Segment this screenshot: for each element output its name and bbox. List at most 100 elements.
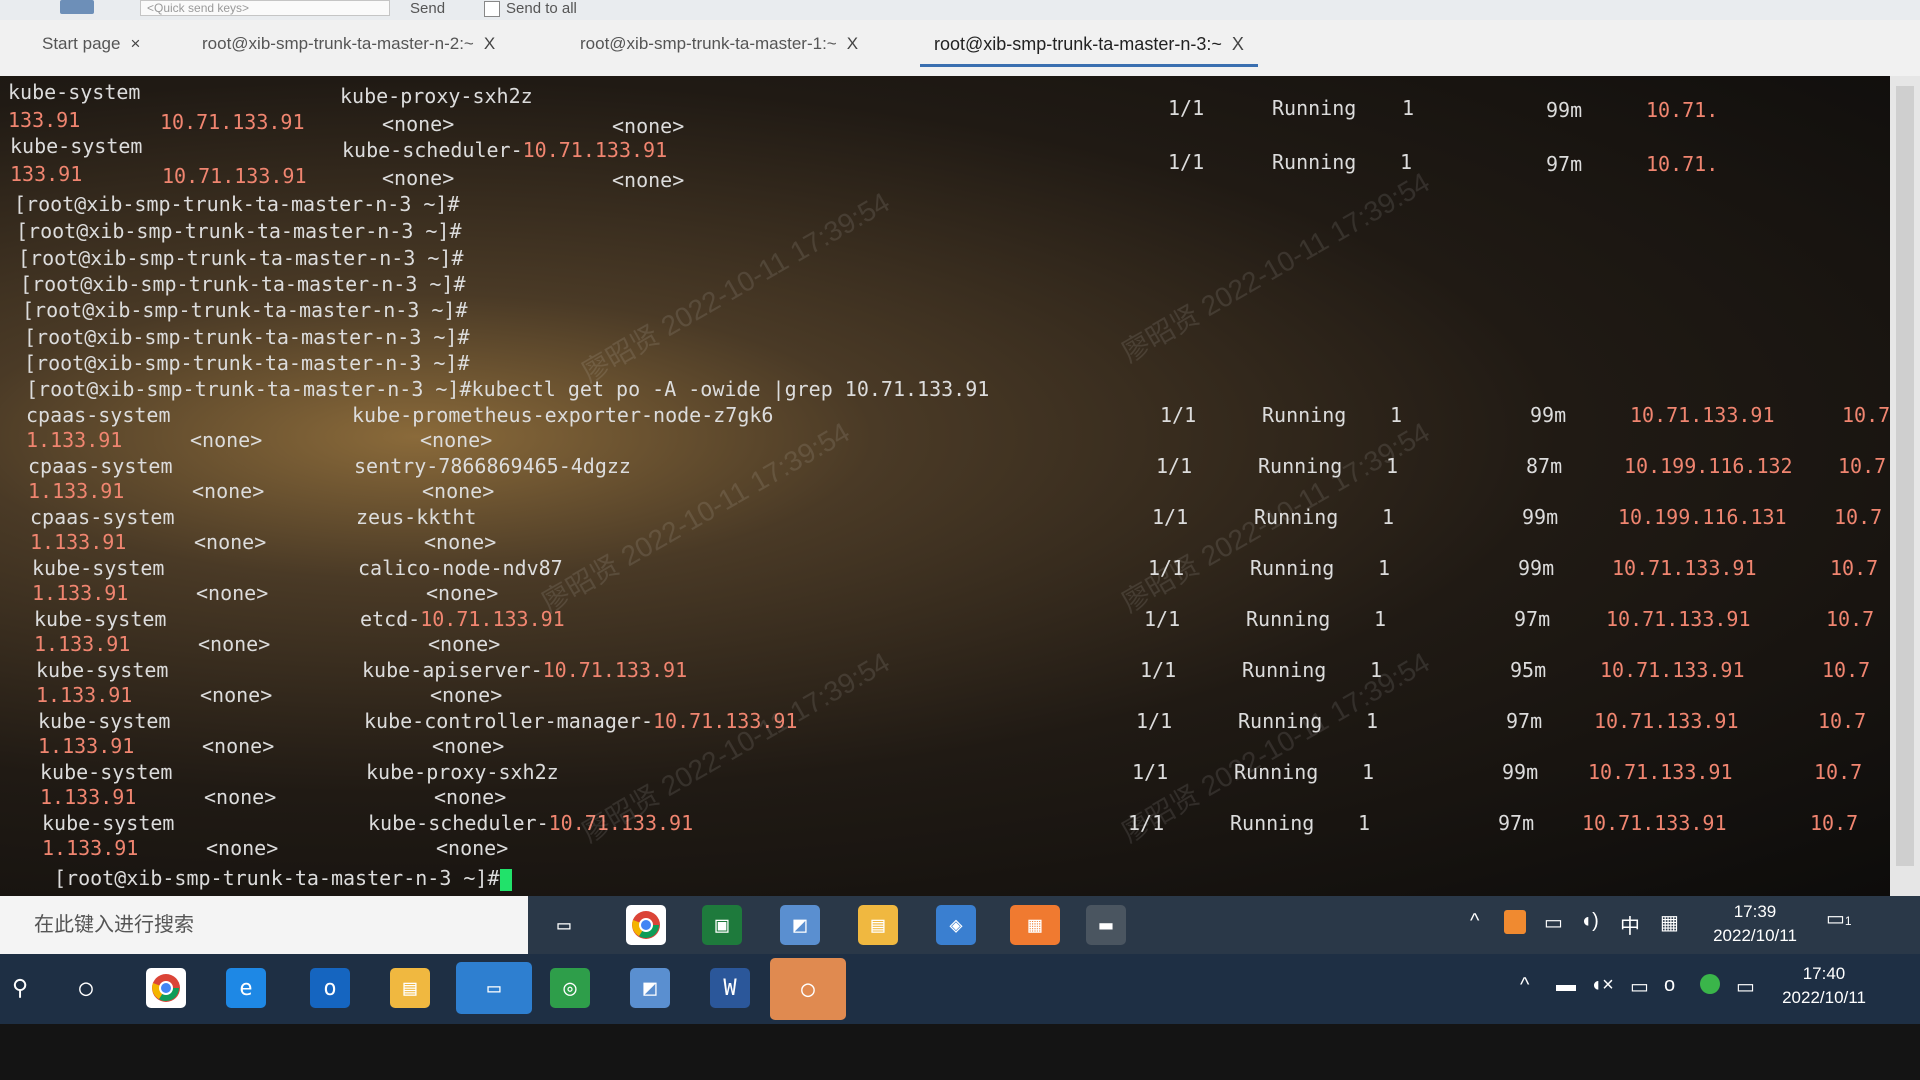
pod-age: 95m xyxy=(1510,658,1547,682)
outlook-icon[interactable]: o xyxy=(310,968,350,1008)
cortana-icon[interactable]: ◯ xyxy=(66,968,106,1008)
pod-readiness-gates: <none> xyxy=(436,836,509,860)
pod-restarts: 1 xyxy=(1378,556,1391,580)
send-button[interactable]: Send xyxy=(410,0,445,17)
tab-master-n-2[interactable]: root@xib-smp-trunk-ta-master-n-2:~ X xyxy=(202,34,495,54)
feedback-app-icon[interactable]: ◯ xyxy=(770,958,846,1020)
pod-node: 10.7 xyxy=(1834,505,1883,529)
pod-namespace: kube-system xyxy=(42,811,175,835)
console-window-icon[interactable]: ▬ xyxy=(1086,905,1126,945)
close-icon[interactable]: × xyxy=(130,34,140,53)
pod-namespace: kube-system xyxy=(38,709,171,733)
terminal-line: <none> xyxy=(382,166,455,190)
tab-label: Start page xyxy=(42,34,121,53)
green-app-icon[interactable]: ◎ xyxy=(550,968,590,1008)
pod-ready: 1/1 xyxy=(1132,760,1169,784)
pod-ready: 1/1 xyxy=(1128,811,1165,835)
terminal-app-icon[interactable]: ▣ xyxy=(702,905,742,945)
prompt-line: [root@xib-smp-trunk-ta-master-n-3 ~]# xyxy=(20,272,466,296)
terminal-line: Running xyxy=(1272,96,1357,120)
pod-node: 10.7 xyxy=(1826,607,1875,631)
terminal-line: <none> xyxy=(382,112,455,136)
pod-ip: 10.71.133.91 xyxy=(1588,760,1733,784)
store-icon[interactable]: ◈ xyxy=(936,905,976,945)
word-icon[interactable]: W xyxy=(710,968,750,1008)
pod-ip: 10.71.133.91 xyxy=(1630,403,1775,427)
pod-namespace: cpaas-system xyxy=(28,454,173,478)
quick-send-icon[interactable] xyxy=(60,0,94,14)
pod-status: Running xyxy=(1262,403,1347,427)
pod-ready: 1/1 xyxy=(1140,658,1177,682)
taskbar-search-box[interactable]: 在此键入进行搜索 xyxy=(0,896,528,954)
close-icon[interactable]: X xyxy=(847,34,858,53)
pod-name: kube-scheduler-10.71.133.91 xyxy=(368,811,694,835)
pod-name: etcd-10.71.133.91 xyxy=(360,607,565,631)
pod-status: Running xyxy=(1258,454,1343,478)
terminal-line: kube-scheduler-10.71.133.91 xyxy=(342,138,668,162)
pod-node-wrap: 1.133.91 xyxy=(36,683,133,707)
pod-namespace: kube-system xyxy=(36,658,169,682)
pod-restarts: 1 xyxy=(1362,760,1375,784)
terminal-line: 133.91 xyxy=(10,162,83,186)
file-explorer-icon[interactable]: ▤ xyxy=(390,968,430,1008)
close-icon[interactable]: X xyxy=(484,34,495,53)
pod-readiness-gates: <none> xyxy=(430,683,503,707)
status-tray-icon[interactable] xyxy=(1700,974,1720,994)
pod-node: 10.7 xyxy=(1814,760,1863,784)
pod-nominated-node: <none> xyxy=(198,632,271,656)
pod-node: 10.7 xyxy=(1842,403,1890,427)
terminal-output[interactable]: kube-system kube-proxy-sxh2z 1/1 Running… xyxy=(0,76,1890,896)
terminal-scrollbar[interactable] xyxy=(1890,76,1920,896)
pod-ready: 1/1 xyxy=(1136,709,1173,733)
outer-clock[interactable]: 17:40 2022/10/11 xyxy=(1764,962,1884,1010)
pod-node-wrap: 1.133.91 xyxy=(26,428,123,452)
tab-master-1[interactable]: root@xib-smp-trunk-ta-master-1:~ X xyxy=(580,34,858,54)
scrollbar-thumb[interactable] xyxy=(1896,86,1914,866)
watermark: 廖昭贤 2022-10-11 17:39:54 xyxy=(536,416,855,619)
prompt-line: [root@xib-smp-trunk-ta-master-n-3 ~]# xyxy=(14,192,460,216)
terminal-line: Running xyxy=(1272,150,1357,174)
file-explorer-icon[interactable]: ▤ xyxy=(858,905,898,945)
inner-clock[interactable]: 17:39 2022/10/11 xyxy=(1700,900,1810,948)
chrome-icon[interactable] xyxy=(626,905,666,945)
remote-session-icon[interactable]: ▭ xyxy=(456,962,532,1014)
prompt-line: [root@xib-smp-trunk-ta-master-n-3 ~]# xyxy=(24,325,470,349)
pod-age: 97m xyxy=(1498,811,1535,835)
send-keys-toolbar: <Quick send keys> Send Send to all xyxy=(0,0,1920,20)
pod-name: calico-node-ndv87 xyxy=(358,556,563,580)
pod-name: zeus-kktht xyxy=(356,505,477,529)
tab-master-n-3[interactable]: root@xib-smp-trunk-ta-master-n-3:~ X xyxy=(920,34,1258,67)
remote-desktop-icon[interactable]: ◩ xyxy=(780,905,820,945)
pod-age: 97m xyxy=(1514,607,1551,631)
pod-restarts: 1 xyxy=(1358,811,1371,835)
tab-start-page[interactable]: Start page × xyxy=(42,34,140,54)
pod-nominated-node: <none> xyxy=(192,479,265,503)
remote-desktop-icon[interactable]: ◩ xyxy=(630,968,670,1008)
active-prompt-line[interactable]: [root@xib-smp-trunk-ta-master-n-3 ~]# xyxy=(54,866,512,891)
send-to-all-checkbox[interactable] xyxy=(484,1,500,17)
quick-send-input[interactable]: <Quick send keys> xyxy=(140,0,390,16)
search-icon[interactable]: ⚲ xyxy=(0,968,40,1008)
pod-status: Running xyxy=(1254,505,1339,529)
internet-explorer-icon[interactable]: e xyxy=(226,968,266,1008)
chrome-icon[interactable] xyxy=(146,968,186,1008)
close-icon[interactable]: X xyxy=(1232,34,1244,54)
notes-app-icon[interactable]: ▦ xyxy=(1010,905,1060,945)
terminal-line: 99m xyxy=(1546,98,1583,122)
pod-status: Running xyxy=(1242,658,1327,682)
terminal-line: 1/1 xyxy=(1168,150,1205,174)
pod-age: 99m xyxy=(1518,556,1555,580)
pod-name: kube-controller-manager-10.71.133.91 xyxy=(364,709,798,733)
pod-readiness-gates: <none> xyxy=(422,479,495,503)
pod-ready: 1/1 xyxy=(1148,556,1185,580)
terminal-line: 1 xyxy=(1402,96,1415,120)
tray-app-icon[interactable] xyxy=(1504,910,1526,934)
inner-date: 2022/10/11 xyxy=(1713,926,1797,945)
pod-ip: 10.71.133.91 xyxy=(1594,709,1739,733)
pod-name: kube-proxy-sxh2z xyxy=(366,760,559,784)
terminal-line: kube-proxy-sxh2z xyxy=(340,84,533,108)
task-view-icon[interactable]: ▭ xyxy=(544,905,584,945)
pod-age: 99m xyxy=(1522,505,1559,529)
pod-ip: 10.71.133.91 xyxy=(1582,811,1727,835)
pod-age: 99m xyxy=(1530,403,1567,427)
